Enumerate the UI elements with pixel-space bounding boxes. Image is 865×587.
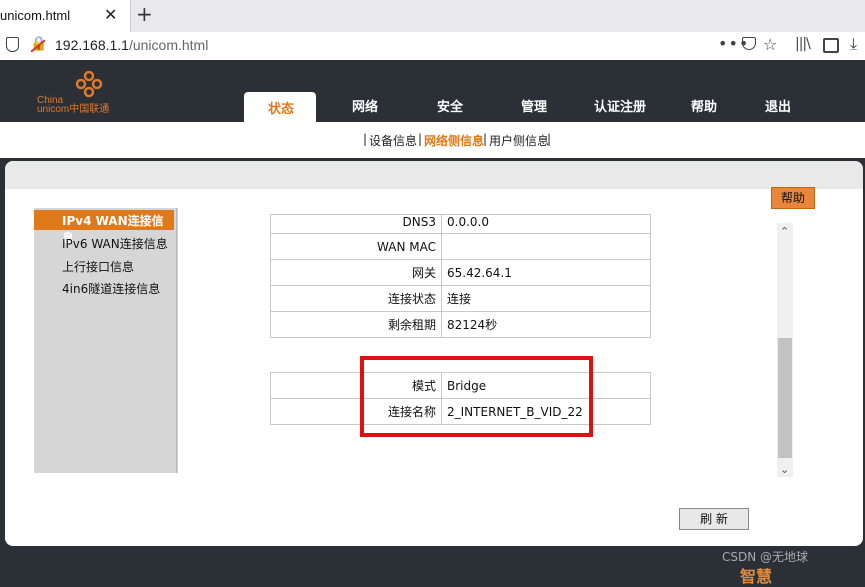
logo-line2: unicom中国联通 [37,104,110,115]
watermark: CSDN @无地球 [722,550,809,564]
scroll-up-arrow-icon[interactable]: ⌃ [780,225,789,238]
leftnav-item-uplink[interactable]: 上行接口信息 [62,258,134,275]
nav-tab-management[interactable]: 管理 [521,96,547,115]
help-button[interactable]: 帮助 [771,187,815,209]
subnav-user-side-info[interactable]: 用户侧信息 [489,132,549,149]
row-label-dns3: DNS3 [270,214,442,234]
subnav-network-side-info[interactable]: 网络侧信息 [424,132,484,149]
red-annotation-box [360,356,593,437]
pocket-icon[interactable] [742,37,756,50]
table-row: WAN MAC [270,233,651,260]
new-tab-icon[interactable]: + [136,2,153,26]
sidebar-icon[interactable] [823,38,839,53]
row-label-wan-mac: WAN MAC [270,233,442,260]
subnav-separator: | [418,132,423,146]
footer-brand: 智慧 [740,567,773,586]
nav-tab-status-label: 状态 [268,102,295,117]
tracking-shield-icon[interactable] [6,37,19,52]
library-icon[interactable]: |||\ [795,36,811,52]
url-text[interactable]: 192.168.1.1/unicom.html [55,37,208,53]
logo-text: China unicom中国联通 [37,96,110,115]
row-value-wan-mac [441,233,651,260]
nav-tab-help[interactable]: 帮助 [691,96,717,115]
table-row: 剩余租期 82124秒 [270,311,651,338]
nav-tab-status[interactable]: 状态 [244,92,316,122]
row-value-gateway: 65.42.64.1 [441,259,651,286]
url-host: 192.168.1.1 [55,37,129,53]
scroll-down-arrow-icon[interactable]: ⌄ [780,463,789,476]
browser-tab-bar: unicom.html ✕ + [0,0,865,32]
row-value-lease-remaining: 82124秒 [441,311,651,338]
row-label-lease-remaining: 剩余租期 [270,311,442,338]
leftnav-item-ipv4-wan[interactable]: IPv4 WAN连接信息 [34,210,174,245]
scrollbar-thumb[interactable] [778,338,792,458]
row-label-connection-status: 连接状态 [270,285,442,312]
nav-tab-auth-register[interactable]: 认证注册 [594,96,646,115]
table-row: DNS3 0.0.0.0 [270,214,651,234]
download-icon[interactable]: ⤓ [850,34,857,54]
nav-tab-security[interactable]: 安全 [437,96,463,115]
nav-tab-network[interactable]: 网络 [352,96,378,115]
subnav-device-info[interactable]: 设备信息 [369,132,417,149]
tab-title: unicom.html [0,8,71,23]
row-value-connection-status: 连接 [441,285,651,312]
subnav-separator: | [363,132,368,146]
subnav-separator: | [547,132,552,146]
row-label-gateway: 网关 [270,259,442,286]
nav-tab-exit[interactable]: 退出 [765,96,791,115]
china-unicom-logo-icon [75,70,103,98]
refresh-button[interactable]: 刷 新 [679,508,749,530]
content-panel: 帮助 IPv4 WAN连接信息 IPv6 WAN连接信息 上行接口信息 4in6… [5,161,863,546]
close-tab-icon[interactable]: ✕ [104,5,117,24]
subnav-separator: | [483,132,488,146]
url-path: /unicom.html [128,37,209,53]
nav-divider [177,208,178,473]
table-row: 连接状态 连接 [270,285,651,312]
browser-tab[interactable]: unicom.html ✕ [0,0,131,32]
panel-top-bar [5,161,863,189]
table-row: 网关 65.42.64.1 [270,259,651,286]
address-bar[interactable]: 🔒 192.168.1.1/unicom.html ••• ☆ |||\ ⤓ [0,32,865,61]
leftnav-item-4in6-tunnel[interactable]: 4in6隧道连接信息 [62,280,160,297]
left-navigation: IPv4 WAN连接信息 IPv6 WAN连接信息 上行接口信息 4in6隧道连… [34,208,177,473]
sub-navigation: | 设备信息 | 网络侧信息 | 用户侧信息 | [0,122,865,158]
wan-info-table: DNS3 0.0.0.0 WAN MAC 网关 65.42.64.1 连接状态 … [270,214,651,338]
router-header: China unicom中国联通 状态 网络 安全 管理 认证注册 帮助 退出 [0,60,865,122]
leftnav-item-ipv6-wan[interactable]: IPv6 WAN连接信息 [62,235,168,252]
row-value-dns3: 0.0.0.0 [441,214,651,234]
content-scrollbar[interactable]: ⌃ ⌄ [777,223,793,477]
bookmark-star-icon[interactable]: ☆ [763,35,777,54]
